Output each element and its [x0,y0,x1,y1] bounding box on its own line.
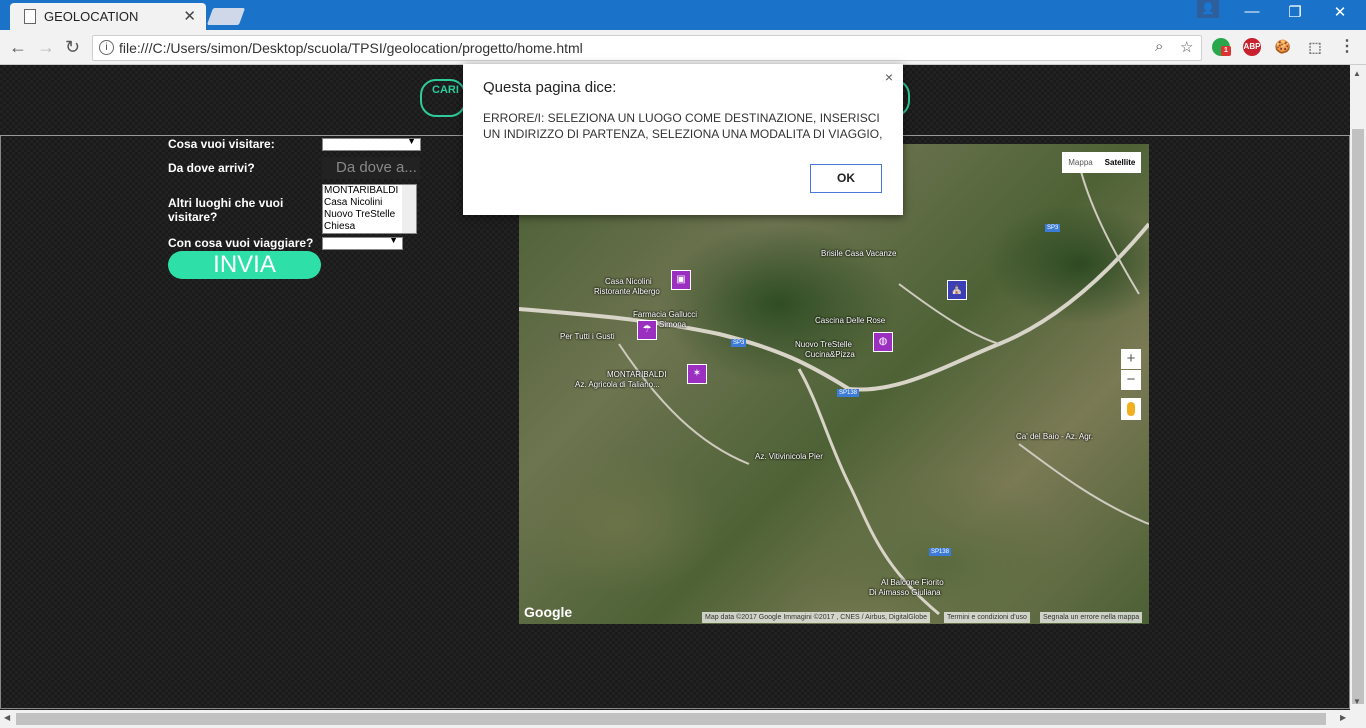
new-tab-button[interactable] [206,8,246,25]
cookie-icon[interactable]: 🍪 [1274,38,1292,56]
zoom-in-button[interactable]: + [1121,349,1141,369]
map[interactable]: Mappa Satellite + − Brisile Casa Vacanze… [519,144,1149,624]
chevron-down-icon: ▼ [389,235,398,245]
map-label: Az. Agricola di Taliano... [575,380,660,389]
google-logo: Google [524,604,573,620]
extension-icon[interactable]: ⬚ [1306,38,1324,56]
map-label: Az. Vitivinicola Pier [755,452,823,461]
browser-titlebar: GEOLOCATION ✕ 👤 — ❐ ✕ [0,0,1366,30]
map-label: Di Aimasso Giuliana [869,588,941,597]
map-type-satellite-button[interactable]: Satellite [1099,152,1141,173]
map-type-map-button[interactable]: Mappa [1062,152,1099,173]
submit-button[interactable]: INVIA [168,251,321,279]
close-window-button[interactable]: ✕ [1320,3,1360,21]
tab-close-icon[interactable]: ✕ [183,7,196,25]
map-report-link[interactable]: Segnala un errore nella mappa [1040,612,1143,623]
winery-marker-icon[interactable]: ✶ [687,364,707,384]
visit-label: Cosa vuoi visitare: [168,137,275,151]
map-label: Ca' del Baio - Az. Agr. [1016,432,1094,441]
back-button[interactable]: ← [9,37,27,58]
scroll-right-icon[interactable]: ▶ [1340,713,1346,722]
alert-dialog: Questa pagina dice: × ERRORE/I: SELEZION… [463,64,903,215]
map-attribution: Map data ©2017 Google Immagini ©2017 , C… [702,612,930,623]
others-label: Altri luoghi che vuoi visitare? [168,196,284,224]
minimize-button[interactable]: — [1232,3,1272,20]
info-icon[interactable]: i [99,40,114,55]
map-label: Brisile Casa Vacanze [821,249,897,258]
restore-button[interactable]: ❐ [1275,3,1315,21]
map-label: Casa Nicolini [605,277,652,286]
map-label: Cucina&Pizza [805,350,855,359]
reload-button[interactable]: ↻ [65,37,80,58]
from-input[interactable]: Da dove a... [322,157,420,179]
map-label: Farmacia Gallucci [633,310,698,319]
others-listbox[interactable]: MONTARIBALDI Casa Nicolini Nuovo TreStel… [322,184,417,234]
tab-title: GEOLOCATION [44,9,139,24]
from-label: Da dove arrivi? [168,161,255,175]
zoom-out-button[interactable]: − [1121,370,1141,390]
browser-toolbar: ← → ↻ i file:///C:/Users/simon/Desktop/s… [0,30,1366,65]
mode-label: Con cosa vuoi viaggiare? [168,236,314,250]
scroll-up-icon[interactable]: ▲ [1353,69,1361,78]
map-label: Nuovo TreStelle [795,340,852,349]
header-button-left[interactable]: CARI [420,79,466,117]
map-label: MONTARIBALDI [607,370,667,379]
evernote-icon[interactable]: 1 [1212,38,1231,56]
map-label: Cascina Delle Rose [815,316,886,325]
forward-button[interactable]: → [37,37,55,58]
address-bar[interactable]: i file:///C:/Users/simon/Desktop/scuola/… [92,35,1202,61]
ok-button[interactable]: OK [810,164,882,193]
umbrella-marker-icon[interactable]: ☂ [637,320,657,340]
map-label: Al Balcone Fiorito [881,578,944,587]
pizza-marker-icon[interactable]: ◍ [873,332,893,352]
url-text[interactable]: file:///C:/Users/simon/Desktop/scuola/TP… [119,40,583,56]
dialog-message: ERRORE/I: SELEZIONA UN LUOGO COME DESTIN… [483,111,883,141]
close-icon[interactable]: × [885,69,893,85]
scroll-left-icon[interactable]: ◀ [4,713,10,722]
menu-icon[interactable]: ⋮ [1338,38,1356,56]
road-sign: SP3 [731,339,747,347]
map-label: Simona [659,320,687,329]
pegman-icon[interactable] [1121,398,1141,420]
map-label: Per Tutti i Gusti [560,332,615,341]
road-sign: SP3 [1045,224,1061,232]
horizontal-scrollbar[interactable]: ◀ ▶ [0,710,1366,728]
bookmark-star-icon[interactable]: ☆ [1180,38,1193,56]
restaurant-marker-icon[interactable]: ▣ [671,270,691,290]
extension-badge: 1 [1221,46,1231,56]
zoom-icon[interactable]: ⌕ [1155,38,1163,55]
chevron-down-icon: ▼ [407,136,416,146]
road-sign: SP138 [837,389,860,397]
dialog-title: Questa pagina dice: [483,79,617,96]
scroll-down-icon[interactable]: ▼ [1353,697,1361,706]
scroll-thumb[interactable] [1352,129,1364,704]
road-sign: SP138 [929,548,952,556]
church-marker-icon[interactable]: ⛪ [947,280,967,300]
map-terms-link[interactable]: Termini e condizioni d'uso [944,612,1030,623]
mode-select[interactable]: ▼ [322,235,403,250]
profile-icon[interactable]: 👤 [1197,0,1219,18]
adblock-plus-icon[interactable]: ABP [1243,38,1261,56]
map-label: Ristorante Albergo [594,287,660,296]
vertical-scrollbar[interactable]: ▲ ▼ [1350,65,1366,710]
scroll-thumb[interactable] [16,713,1326,725]
browser-tab[interactable]: GEOLOCATION ✕ [10,3,206,30]
listbox-scrollbar[interactable] [402,185,416,233]
visit-select[interactable]: ▼ [322,136,421,151]
document-icon [24,9,36,24]
